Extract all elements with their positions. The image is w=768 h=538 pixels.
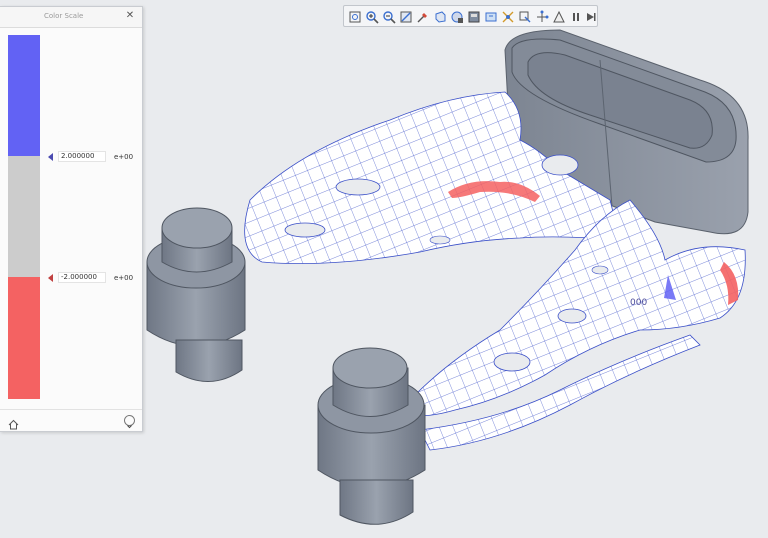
partial-dimension-label: 000	[630, 298, 648, 308]
panel-header: Color Scale ✕	[0, 7, 142, 28]
refit-icon[interactable]	[348, 9, 362, 23]
upper-exponent-label: e+00	[114, 153, 134, 161]
model-viewport[interactable]: 000	[143, 28, 768, 538]
display-style-icon[interactable]	[433, 9, 447, 23]
lower-exponent-label: e+00	[114, 274, 134, 282]
upper-limit-marker-icon[interactable]	[48, 153, 53, 161]
lower-limit-field[interactable]	[58, 272, 106, 283]
control-arm-model	[146, 29, 749, 525]
home-icon[interactable]	[8, 415, 19, 430]
datum-display-icon[interactable]	[535, 9, 549, 23]
upper-limit-field[interactable]	[58, 151, 106, 162]
named-views-icon[interactable]	[416, 9, 430, 23]
annotations-icon[interactable]	[518, 9, 532, 23]
color-scale-panel: Color Scale ✕ e+00 e+00	[0, 6, 143, 432]
annotation-display-icon[interactable]	[552, 9, 566, 23]
view-manager-icon[interactable]	[450, 9, 464, 23]
panel-footer	[0, 409, 142, 432]
close-icon[interactable]: ✕	[124, 10, 136, 22]
repaint-icon[interactable]	[399, 9, 413, 23]
spin-center-icon[interactable]	[501, 9, 515, 23]
panel-title: Color Scale	[44, 12, 84, 20]
scale-band-below	[8, 277, 40, 399]
skip-icon[interactable]	[584, 9, 598, 23]
pause-icon[interactable]	[569, 9, 583, 23]
perspective-icon[interactable]	[484, 9, 498, 23]
saved-orientations-icon[interactable]	[467, 9, 481, 23]
scale-band-within	[8, 156, 40, 277]
lower-limit-marker-icon[interactable]	[48, 274, 53, 282]
zoom-in-icon[interactable]	[365, 9, 379, 24]
view-toolbar	[343, 5, 598, 27]
expand-chevron-icon[interactable]	[124, 415, 135, 429]
zoom-out-icon[interactable]	[382, 9, 396, 24]
scale-band-above	[8, 35, 40, 156]
